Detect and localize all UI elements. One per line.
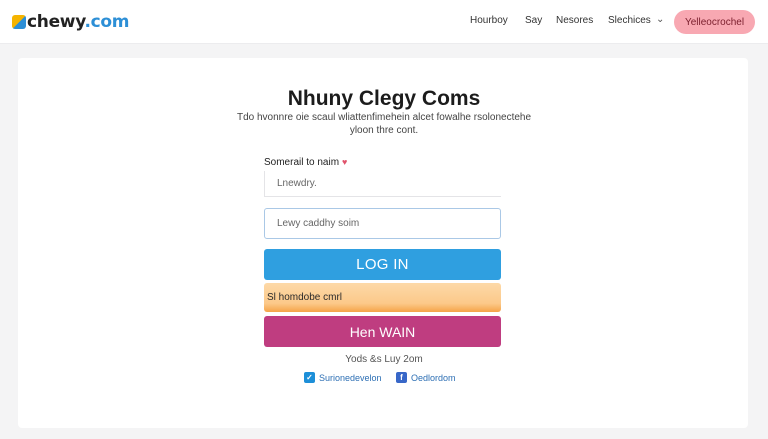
login-button[interactable]: LOG IN [264,249,501,280]
signup-button[interactable]: Hen WAIN [264,316,501,347]
social-link-2[interactable]: f Oedlordom [396,372,456,383]
social-link-1[interactable]: ✓ Surionedevelon [304,372,382,383]
field-label-text: Somerail to naim [264,157,340,168]
logo-text: chewy.com [27,12,129,32]
footer-note: Yods &s Luy 2om [345,354,423,365]
top-header: chewy.com Hourboy Say Nesores Slechices … [0,0,768,44]
field-label: Somerail to naim ♥ [264,157,347,168]
chewy-logo-icon [12,15,26,29]
chevron-down-icon[interactable]: ⌄ [656,14,664,25]
nav-link-3[interactable]: Nesores [556,15,593,26]
password-input[interactable] [264,208,501,239]
page-title: Nhuny Clegy Coms [287,87,481,110]
social-link-2-label: Oedlordom [411,372,456,383]
header-cta-button[interactable]: Yelleocrochel [674,10,755,34]
logo-suffix: .com [84,12,130,32]
page-subtitle: Tdo hvonnre oie scaul wliattenfimehein a… [236,112,532,136]
facebook-icon: f [396,372,407,383]
checkbox-icon: ✓ [304,372,315,383]
chewy-logo[interactable]: chewy.com [12,10,129,34]
nav-link-4[interactable]: Slechices [608,15,651,26]
nav-link-2[interactable]: Say [525,15,542,26]
page: chewy.com Hourboy Say Nesores Slechices … [0,0,768,439]
logo-brand: chewy [27,12,85,32]
heart-icon: ♥ [342,157,348,167]
nav-link-1[interactable]: Hourboy [470,15,508,26]
social-link-1-label: Surionedevelon [319,372,382,383]
username-input[interactable] [264,171,501,197]
secondary-button[interactable]: Sl homdobe cmrl [264,283,501,312]
